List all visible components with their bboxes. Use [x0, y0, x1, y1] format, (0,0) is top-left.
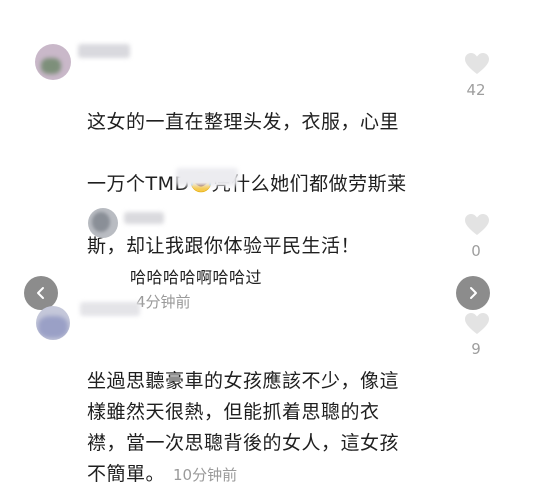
username-obscured — [78, 44, 130, 58]
avatar[interactable] — [88, 208, 118, 238]
chevron-right-icon — [470, 287, 477, 299]
comment-line: 这女的一直在整理头发，衣服，心里 — [87, 111, 400, 133]
heart-outline-icon[interactable] — [464, 52, 490, 76]
comment-line: 一万个TMD 凭什么她们都做劳斯莱 — [87, 169, 447, 200]
comment-text-segment: 一万个TMD — [87, 173, 190, 195]
heart-outline-icon[interactable] — [464, 312, 490, 336]
avatar[interactable] — [36, 306, 70, 340]
username-obscured — [80, 302, 140, 316]
chevron-left-icon — [37, 287, 44, 299]
comment-body: 哈哈哈哈啊哈哈过 — [130, 268, 263, 287]
like-count: 9 — [471, 340, 481, 358]
timestamp: 4分钟前 — [136, 293, 191, 311]
username-obscured — [176, 168, 238, 186]
next-button[interactable] — [456, 276, 490, 310]
avatar[interactable] — [35, 44, 71, 80]
like-count: 0 — [471, 242, 481, 260]
comment-text: 坐過思聽豪車的女孩應該不少，像這 樣雖然天很熱，但能抓着思聰的衣 襟，當一次思聰… — [87, 335, 447, 491]
heart-outline-icon[interactable] — [464, 213, 490, 237]
like-count: 42 — [466, 81, 486, 99]
comment-text: 哈哈哈哈啊哈哈过 4分钟前 — [130, 242, 450, 314]
comment-body: 坐過思聽豪車的女孩應該不少，像這 樣雖然天很熱，但能抓着思聰的衣 襟，當一次思聰… — [87, 370, 400, 485]
comment-text-segment: 凭什么她们都做劳斯莱 — [211, 173, 407, 195]
prev-button[interactable] — [24, 276, 58, 310]
username-obscured — [124, 212, 164, 224]
